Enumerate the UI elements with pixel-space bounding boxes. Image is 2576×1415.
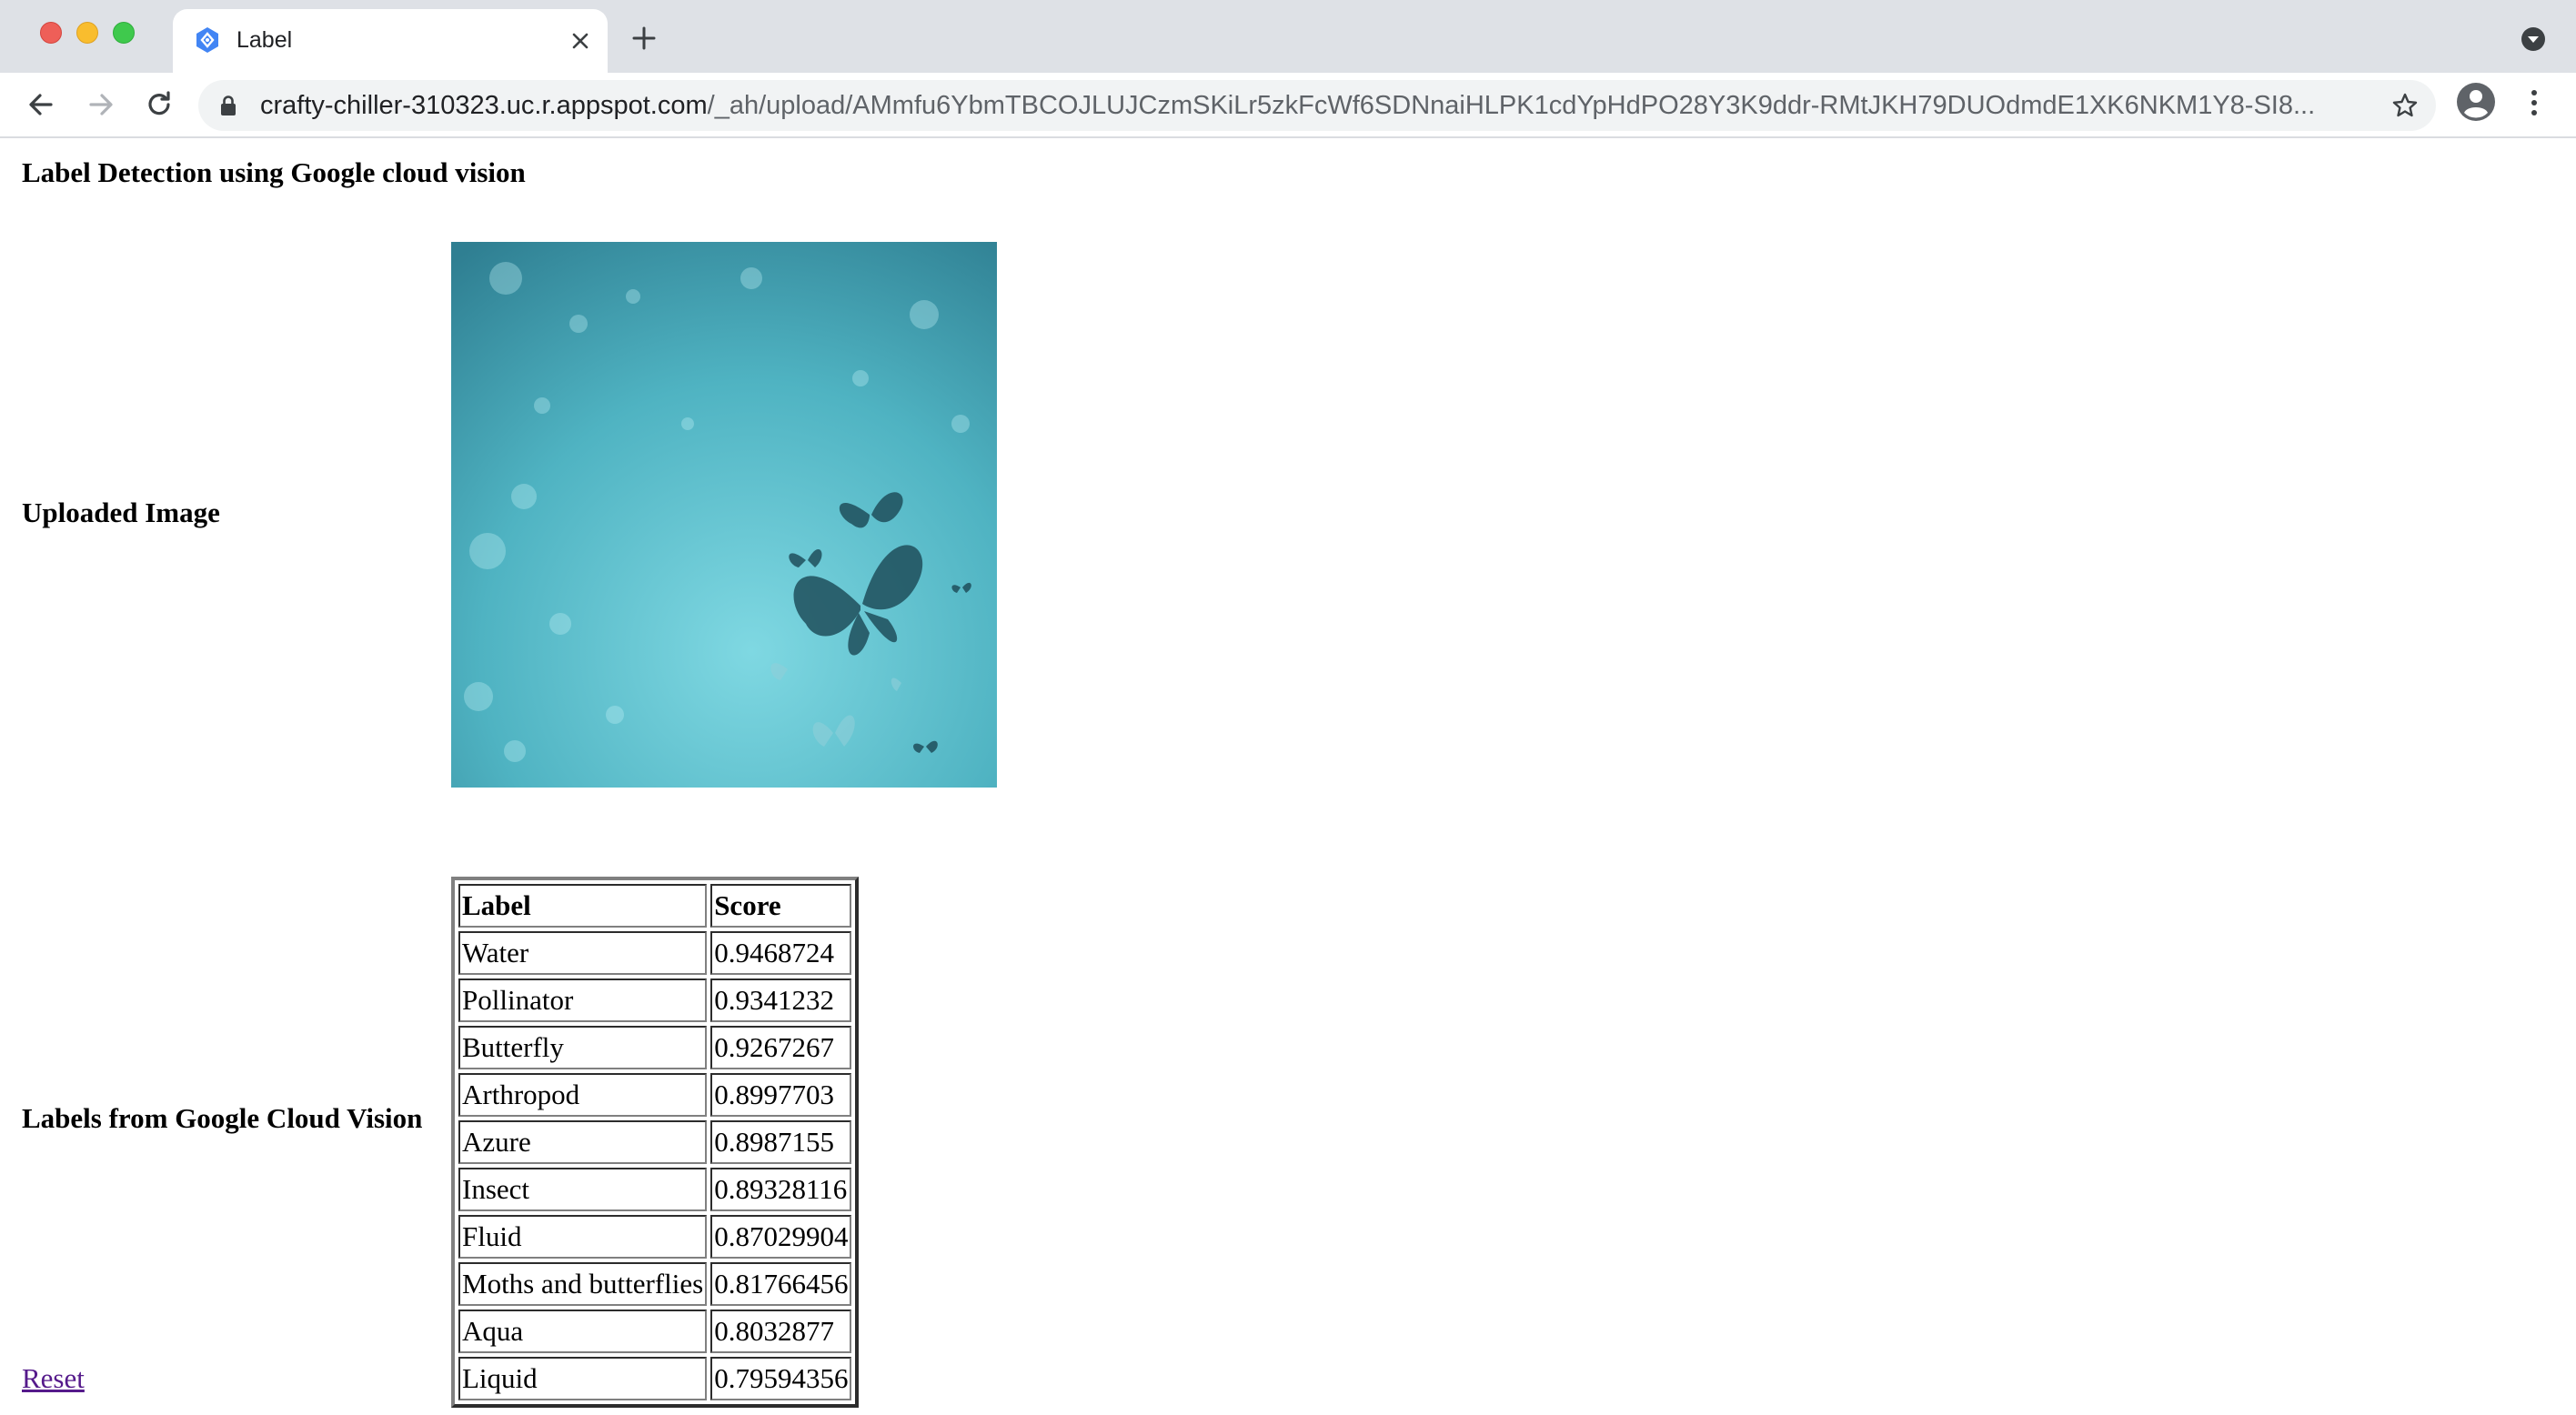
url-path: /_ah/upload/AMmfu6YbmTBCOJLUJCzmSKiLr5zk… (707, 91, 2316, 120)
label-cell: Fluid (458, 1215, 708, 1259)
reload-icon[interactable] (142, 87, 176, 122)
browser-toolbar: crafty-chiller-310323.uc.r.appspot.com/_… (0, 73, 2576, 138)
score-cell: 0.79594356 (710, 1357, 852, 1400)
close-icon[interactable] (569, 30, 591, 52)
reset-link[interactable]: Reset (22, 1362, 85, 1395)
label-cell: Aqua (458, 1310, 708, 1353)
table-row: Insect 0.89328116 (458, 1168, 852, 1211)
table-row: Aqua 0.8032877 (458, 1310, 852, 1353)
tab-strip: Label (0, 0, 2576, 73)
score-cell: 0.89328116 (710, 1168, 852, 1211)
label-cell: Butterfly (458, 1026, 708, 1069)
table-row: Arthropod 0.8997703 (458, 1073, 852, 1117)
forward-arrow-icon[interactable] (84, 87, 118, 122)
table-row: Fluid 0.87029904 (458, 1215, 852, 1259)
kebab-menu-icon[interactable] (2523, 87, 2545, 118)
table-row: Butterfly 0.9267267 (458, 1026, 852, 1069)
uploaded-image-label: Uploaded Image (22, 497, 220, 528)
table-row: Azure 0.8987155 (458, 1120, 852, 1164)
url-host: crafty-chiller-310323.uc.r.appspot.com (260, 91, 708, 120)
score-cell: 0.81766456 (710, 1262, 852, 1306)
label-cell: Pollinator (458, 978, 708, 1022)
score-cell: 0.8032877 (710, 1310, 852, 1353)
window-zoom-button[interactable] (113, 22, 135, 44)
label-cell: Insect (458, 1168, 708, 1211)
label-cell: Moths and butterflies (458, 1262, 708, 1306)
score-cell: 0.9468724 (710, 931, 852, 975)
star-icon[interactable] (2390, 91, 2420, 120)
table-row: Liquid 0.79594356 (458, 1357, 852, 1400)
score-cell: 0.9341232 (710, 978, 852, 1022)
page-content: Label Detection using Google cloud visio… (0, 138, 2576, 1415)
uploaded-image (451, 242, 997, 788)
favicon-icon (196, 27, 218, 53)
plus-icon[interactable] (631, 25, 657, 51)
column-header-score: Score (710, 884, 852, 928)
column-header-label: Label (458, 884, 708, 928)
browser-tab[interactable]: Label (173, 9, 608, 73)
lock-icon[interactable] (218, 95, 238, 116)
tab-search-icon[interactable] (2520, 25, 2547, 53)
table-row: Moths and butterflies 0.81766456 (458, 1262, 852, 1306)
table-row: Water 0.9468724 (458, 931, 852, 975)
window-minimize-button[interactable] (76, 22, 98, 44)
label-cell: Arthropod (458, 1073, 708, 1117)
profile-icon[interactable] (2456, 82, 2496, 122)
back-arrow-icon[interactable] (24, 87, 58, 122)
label-cell: Azure (458, 1120, 708, 1164)
label-cell: Liquid (458, 1357, 708, 1400)
table-header-row: Label Score (458, 884, 852, 928)
label-cell: Water (458, 931, 708, 975)
vision-labels-label: Labels from Google Cloud Vision (22, 1102, 423, 1134)
score-cell: 0.87029904 (710, 1215, 852, 1259)
window-close-button[interactable] (40, 22, 62, 44)
url-text[interactable]: crafty-chiller-310323.uc.r.appspot.com/_… (260, 80, 2352, 131)
score-cell: 0.8987155 (710, 1120, 852, 1164)
score-cell: 0.8997703 (710, 1073, 852, 1117)
address-bar[interactable]: crafty-chiller-310323.uc.r.appspot.com/_… (198, 80, 2436, 131)
score-cell: 0.9267267 (710, 1026, 852, 1069)
table-row: Pollinator 0.9341232 (458, 978, 852, 1022)
labels-table: Label Score Water 0.9468724 Pollinator 0… (451, 877, 860, 1408)
tab-title: Label (236, 27, 293, 53)
page-title: Label Detection using Google cloud visio… (22, 156, 526, 188)
